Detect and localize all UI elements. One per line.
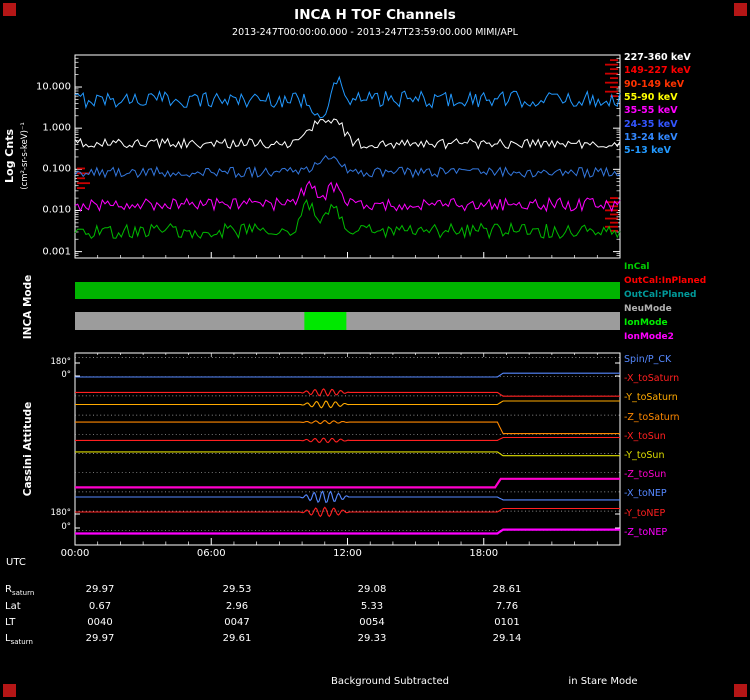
ephemeris-value: 29.97 bbox=[85, 633, 115, 644]
attitude-ytick-label: 180° bbox=[50, 357, 71, 368]
x-tick-label: 12:00 bbox=[333, 548, 362, 559]
ephemeris-value: 29.08 bbox=[357, 584, 387, 595]
x-tick-label: 06:00 bbox=[196, 548, 226, 559]
attitude-legend-label: -Z_toNEP bbox=[624, 526, 668, 538]
mode-panel bbox=[75, 282, 620, 330]
mode-bar-segment bbox=[75, 282, 620, 299]
ephemeris-value: 29.61 bbox=[222, 633, 252, 644]
mode-legend-label: IonMode bbox=[624, 318, 668, 328]
energy-trace-5-13 keV bbox=[74, 75, 621, 119]
energy-legend-label: 35-55 keV bbox=[624, 105, 678, 117]
attitude-trace--Y_toSaturn bbox=[75, 400, 620, 409]
mode-legend-label: OutCal:InPlaned bbox=[624, 276, 707, 286]
attitude-legend-label: -Z_toSun bbox=[624, 469, 667, 481]
attitude-panel-border bbox=[74, 352, 621, 546]
ephemeris-value: 5.33 bbox=[360, 601, 384, 612]
mode-legend-label: IonMode2 bbox=[624, 332, 674, 342]
inca-tof-screen: INCA H TOF Channels 2013-247T00:00:00.00… bbox=[0, 0, 750, 700]
ephemeris-value: 0.67 bbox=[88, 601, 112, 612]
ephemeris-value: 0054 bbox=[359, 617, 385, 628]
footer-note-right: in Stare Mode bbox=[568, 676, 638, 687]
ytick-label: 1.000 bbox=[42, 122, 71, 134]
attitude-legend-label: -X_toSun bbox=[624, 430, 666, 442]
ephemeris-value: 29.14 bbox=[492, 633, 522, 644]
energy-legend-label: 13-24 keV bbox=[624, 131, 678, 143]
attitude-legend-label: -Z_toSaturn bbox=[624, 411, 680, 423]
attitude-ytick-label: 180° bbox=[50, 508, 71, 519]
energy-legend-label: 5-13 keV bbox=[624, 145, 671, 157]
attitude-trace--Y_toSun bbox=[75, 451, 620, 457]
ephemeris-value: 29.53 bbox=[222, 584, 252, 595]
mode-legend-label: NeuMode bbox=[624, 304, 672, 314]
attitude-trace--Z_toSaturn bbox=[75, 420, 620, 435]
attitude-trace--X_toSun bbox=[75, 436, 620, 444]
ephemeris-value: 2.96 bbox=[225, 601, 249, 612]
energy-trace-13-24 keV bbox=[74, 154, 621, 179]
attitude-legend-label: -Y_toSun bbox=[624, 450, 665, 461]
mode-legend-label: InCal bbox=[624, 262, 650, 272]
energy-trace-227-360 keV bbox=[74, 118, 621, 150]
top-plot bbox=[74, 54, 621, 259]
top-plot-border bbox=[74, 54, 621, 259]
ephemeris-value: 7.76 bbox=[495, 601, 519, 612]
attitude-legend-label: -X_toSaturn bbox=[624, 373, 680, 385]
y-axis-title: Log Cnts bbox=[3, 129, 16, 183]
attitude-trace--X_toSaturn bbox=[75, 388, 620, 397]
ephemeris-value: 28.61 bbox=[492, 584, 522, 595]
mode-bar-segment bbox=[75, 312, 620, 330]
energy-legend-label: 149-227 keV bbox=[624, 65, 691, 77]
attitude-panel-title: Cassini Attitude bbox=[22, 402, 34, 497]
attitude-trace--X_toNEP bbox=[75, 490, 620, 504]
ephemeris-row-label: Lsaturn bbox=[5, 633, 33, 646]
attitude-ytick-label: 0° bbox=[61, 370, 71, 381]
ephemeris-row-label: Rsaturn bbox=[5, 584, 35, 597]
ytick-label: 0.100 bbox=[42, 163, 71, 175]
attitude-ytick-label: 0° bbox=[61, 522, 71, 533]
ephemeris-value: 29.33 bbox=[357, 633, 387, 644]
mode-legend-label: OutCal:Planed bbox=[624, 290, 697, 300]
footer-note-center: Background Subtracted bbox=[331, 676, 449, 687]
ephemeris-value: 0047 bbox=[224, 617, 250, 628]
ytick-label: 0.010 bbox=[42, 204, 71, 216]
attitude-legend-label: -Y_toNEP bbox=[624, 507, 666, 519]
ephemeris-value: 29.97 bbox=[85, 584, 115, 595]
energy-legend-label: 55-90 keV bbox=[624, 91, 678, 103]
ytick-label: 0.001 bbox=[42, 245, 71, 257]
attitude-trace--Z_toSun bbox=[75, 477, 620, 489]
mode-panel-title: INCA Mode bbox=[22, 275, 34, 339]
x-tick-label: 18:00 bbox=[469, 548, 499, 559]
attitude-trace-Spin/P_CK bbox=[75, 372, 620, 378]
attitude-trace--Y_toNEP bbox=[75, 506, 620, 518]
mode-bar-segment bbox=[304, 312, 347, 330]
energy-legend-label: 227-360 keV bbox=[624, 52, 691, 63]
ephemeris-row-label: Lat bbox=[5, 601, 21, 612]
ephemeris-row-label: LT bbox=[5, 617, 16, 628]
ytick-label: 10.000 bbox=[36, 81, 71, 93]
attitude-panel bbox=[74, 352, 621, 546]
attitude-legend-label: -X_toNEP bbox=[624, 488, 667, 500]
attitude-legend-label: -Y_toSaturn bbox=[624, 392, 678, 404]
energy-legend-label: 24-35 keV bbox=[624, 118, 678, 130]
energy-legend-label: 90-149 keV bbox=[624, 78, 685, 90]
attitude-trace--Z_toNEP bbox=[75, 528, 620, 535]
x-tick-label: 00:00 bbox=[60, 548, 90, 559]
y-axis-units: (cm²-sr-s-keV)⁻¹ bbox=[20, 122, 30, 190]
x-axis-title: UTC bbox=[6, 557, 26, 568]
ephemeris-value: 0101 bbox=[494, 617, 520, 628]
ephemeris-value: 0040 bbox=[87, 617, 113, 628]
energy-trace-35-55 keV bbox=[74, 180, 621, 213]
attitude-legend-label: Spin/P_CK bbox=[624, 354, 672, 365]
